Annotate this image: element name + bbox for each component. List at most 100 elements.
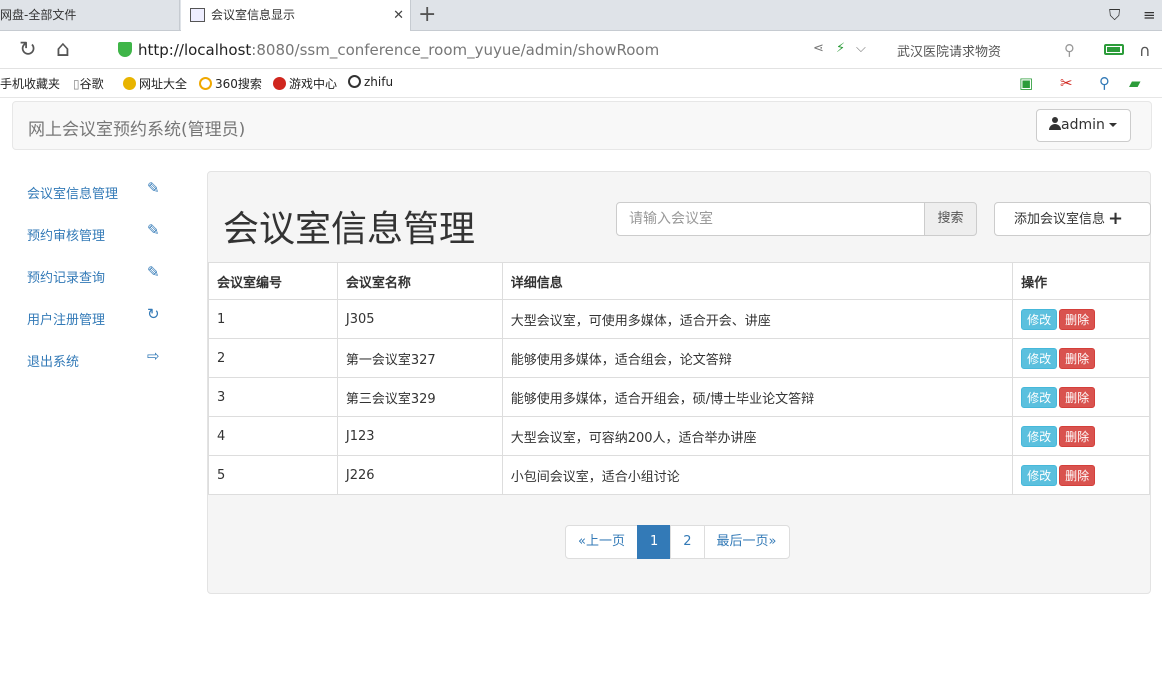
headphone-icon[interactable]: ∩ — [1139, 41, 1151, 60]
bookmarks-bar: 手机收藏夹 ▯谷歌 网址大全 360搜索 游戏中心 zhifu ▣ ✂ ⚲ ▰ — [0, 69, 1162, 98]
bookmark-google[interactable]: ▯谷歌 — [73, 75, 104, 92]
delete-button[interactable]: 删除 — [1059, 464, 1096, 486]
add-room-button[interactable]: 添加会议室信息 + — [994, 202, 1151, 236]
home-icon[interactable]: ⌂ — [56, 37, 70, 62]
table-row: 2 第一会议室327 能够使用多媒体，适合组会，论文答辩 修改 删除 — [208, 338, 1150, 378]
edit-button[interactable]: 修改 — [1021, 347, 1058, 369]
sidebar-item-label: 用户注册管理 — [27, 313, 106, 328]
table-row: 3 第三会议室329 能够使用多媒体，适合开组会，硕/博士毕业论文答辩 修改 删除 — [208, 377, 1150, 417]
table-row: 4 J123 大型会议室，可容纳200人，适合举办讲座 修改 删除 — [208, 416, 1150, 456]
sidebar-item-booking-records[interactable]: 预约记录查询 ✎ — [27, 263, 167, 291]
delete-button[interactable]: 删除 — [1059, 347, 1096, 369]
logout-icon: ⇨ — [147, 347, 160, 365]
bookmark-label: 网址大全 — [139, 77, 188, 91]
add-room-label: 添加会议室信息 — [1014, 212, 1106, 227]
bookmark-label: 360搜索 — [215, 77, 262, 91]
cell-room-name: 第三会议室329 — [336, 377, 503, 417]
pencil-icon: ✎ — [147, 221, 160, 239]
edit-button[interactable]: 修改 — [1021, 425, 1058, 447]
search-input[interactable] — [616, 202, 925, 236]
edit-button[interactable]: 修改 — [1021, 464, 1058, 486]
page-link-1[interactable]: 1 — [636, 525, 672, 559]
user-icon — [1049, 117, 1061, 130]
sidebar-item-label: 退出系统 — [27, 355, 80, 370]
translate-icon[interactable]: ▣ — [1019, 74, 1033, 92]
cell-room-id: 3 — [208, 377, 338, 417]
close-tab-icon[interactable]: ✕ — [393, 0, 404, 31]
cell-room-detail: 小包间会议室，适合小组讨论 — [501, 455, 1014, 495]
room-table: 会议室编号 会议室名称 详细信息 操作 1 J305 大型会议室，可使用多媒体，… — [208, 262, 1150, 495]
tab-label: 会议室信息显示 — [211, 8, 296, 22]
cell-room-name: 第一会议室327 — [336, 338, 503, 378]
sidebar-item-booking-review[interactable]: 预约审核管理 ✎ — [27, 221, 167, 249]
column-header-actions: 操作 — [1012, 262, 1150, 300]
delete-button[interactable]: 删除 — [1059, 386, 1096, 408]
app-navbar: 网上会议室预约系统(管理员) admin — [12, 101, 1152, 150]
tab-netdisk[interactable]: 网盘-全部文件 — [0, 0, 180, 31]
bookmark-mobile[interactable]: 手机收藏夹 — [0, 75, 60, 92]
table-row: 1 J305 大型会议室，可使用多媒体，适合开会、讲座 修改 删除 — [208, 299, 1150, 339]
delete-button[interactable]: 删除 — [1059, 308, 1096, 330]
sidebar-item-label: 会议室信息管理 — [27, 187, 119, 202]
last-page-link[interactable]: 最后一页» — [703, 525, 790, 559]
url-field[interactable]: http://localhost:8080/ssm_conference_roo… — [138, 41, 659, 59]
site-icon — [123, 77, 136, 90]
page-title: 会议室信息管理 — [223, 209, 476, 250]
cell-actions: 修改 删除 — [1012, 377, 1150, 417]
page-link-2[interactable]: 2 — [670, 525, 705, 559]
search-group: 搜索 — [616, 202, 977, 236]
cell-actions: 修改 删除 — [1012, 338, 1150, 378]
prev-page-link[interactable]: «上一页 — [565, 525, 638, 559]
site-icon — [348, 75, 361, 88]
share-icon[interactable]: ⋖ — [813, 41, 824, 56]
bookmark-label: 手机收藏夹 — [0, 77, 61, 91]
shirt-skin-icon[interactable]: ⛉ — [1109, 6, 1120, 24]
edit-button[interactable]: 修改 — [1021, 386, 1058, 408]
site-icon — [199, 77, 212, 90]
search-hint[interactable]: 武汉医院请求物资 — [897, 41, 1001, 60]
scissors-icon[interactable]: ✂ — [1060, 74, 1073, 92]
reload-icon[interactable]: ↻ — [19, 37, 37, 61]
cell-actions: 修改 删除 — [1012, 416, 1150, 456]
column-header-detail: 详细信息 — [501, 262, 1014, 300]
url-path: :8080/ssm_conference_room_yuyue/admin/sh… — [251, 41, 660, 59]
cell-room-name: J305 — [336, 299, 503, 339]
sidebar-item-room-info[interactable]: 会议室信息管理 ✎ — [27, 179, 167, 207]
plus-icon: + — [1108, 208, 1124, 229]
cell-room-detail: 能够使用多媒体，适合开组会，硕/博士毕业论文答辩 — [501, 377, 1014, 417]
lightning-icon[interactable]: ⚡ — [836, 41, 845, 56]
cell-room-id: 5 — [208, 455, 338, 495]
main-panel: 会议室信息管理 搜索 添加会议室信息+ 会议室编号 会议室名称 详细信息 操作 … — [207, 171, 1151, 594]
sidebar-item-logout[interactable]: 退出系统 ⇨ — [27, 347, 167, 375]
bookmark-games[interactable]: 游戏中心 — [273, 75, 337, 92]
bookmark-url-nav[interactable]: 网址大全 — [123, 75, 187, 92]
table-row: 5 J226 小包间会议室，适合小组讨论 修改 删除 — [208, 455, 1150, 495]
sidebar-item-label: 预约记录查询 — [27, 271, 106, 286]
brand-title[interactable]: 网上会议室预约系统(管理员) — [28, 115, 245, 140]
browser-tab-bar: 网盘-全部文件 会议室信息显示 ✕ + ⛉ ≡ — [0, 0, 1162, 31]
magnifier-icon[interactable]: ⚲ — [1099, 74, 1110, 92]
chevron-down-icon[interactable]: ⌵ — [856, 41, 866, 56]
search-button[interactable]: 搜索 — [924, 202, 977, 236]
address-bar: ↻ ⌂ http://localhost:8080/ssm_conference… — [0, 31, 1162, 69]
cell-room-id: 4 — [208, 416, 338, 456]
bookmark-zhifu[interactable]: zhifu — [348, 75, 393, 89]
column-header-id: 会议室编号 — [208, 262, 338, 300]
tab-room-info[interactable]: 会议室信息显示 ✕ — [181, 0, 411, 31]
new-tab-icon[interactable]: + — [418, 2, 436, 28]
menu-icon[interactable]: ≡ — [1143, 6, 1156, 24]
user-menu-button[interactable]: admin — [1036, 109, 1131, 142]
sidebar-item-label: 预约审核管理 — [27, 229, 106, 244]
bookmark-360[interactable]: 360搜索 — [199, 75, 262, 92]
refresh-icon: ↻ — [147, 305, 160, 323]
edit-button[interactable]: 修改 — [1021, 308, 1058, 330]
battery-icon — [1104, 44, 1124, 55]
sidebar-item-user-registration[interactable]: 用户注册管理 ↻ — [27, 305, 167, 333]
delete-button[interactable]: 删除 — [1059, 425, 1096, 447]
cell-room-id: 2 — [208, 338, 338, 378]
cell-room-detail: 大型会议室，可容纳200人，适合举办讲座 — [501, 416, 1014, 456]
cell-room-id: 1 — [208, 299, 338, 339]
cell-actions: 修改 删除 — [1012, 455, 1150, 495]
search-icon[interactable]: ⚲ — [1064, 41, 1075, 59]
game-controller-icon[interactable]: ▰ — [1129, 74, 1141, 92]
